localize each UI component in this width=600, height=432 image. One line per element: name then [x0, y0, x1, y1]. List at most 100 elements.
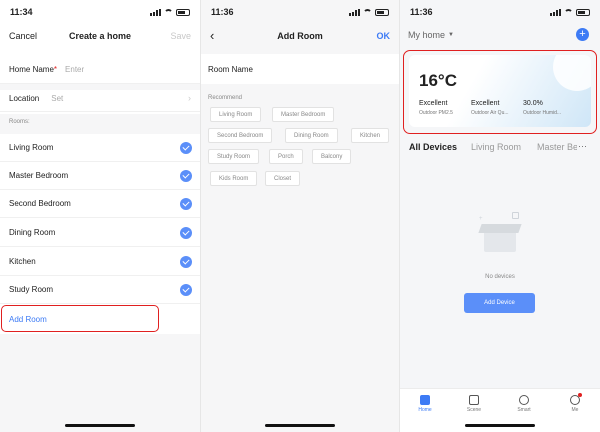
home-selector-label: My home [408, 30, 446, 40]
chip-label: Living Room [219, 111, 253, 118]
ok-button[interactable]: OK [377, 31, 391, 41]
room-name: Kitchen [9, 257, 36, 266]
chip-balcony[interactable]: Balcony [312, 149, 352, 164]
home-name-row[interactable]: Home Name * Enter [0, 56, 200, 84]
scene-icon [469, 395, 479, 405]
nav-scene[interactable]: Scene [454, 395, 494, 413]
back-chevron-icon[interactable]: ‹ [210, 29, 214, 42]
me-icon [570, 393, 582, 405]
add-icon[interactable]: + [576, 28, 589, 41]
chip-closet[interactable]: Closet [265, 171, 301, 186]
room-name: Living Room [9, 143, 54, 152]
home-indicator [265, 424, 335, 427]
room-item[interactable]: Kitchen [0, 248, 200, 276]
room-name-field[interactable]: Room Name [201, 54, 399, 84]
location-label: Location [9, 93, 40, 103]
checkmark-icon[interactable] [180, 197, 192, 210]
home-name-input[interactable]: Enter [65, 65, 84, 74]
wifi-icon [564, 8, 573, 16]
chip-label: Balcony [321, 153, 343, 160]
room-item[interactable]: Second Bedroom [0, 190, 200, 218]
smart-icon [519, 395, 529, 405]
chip-label: Second Bedroom [217, 132, 264, 139]
caret-down-icon: ▼ [448, 32, 454, 38]
location-value: Set [51, 93, 64, 103]
nav-label: Home [418, 407, 432, 413]
home-icon [420, 395, 430, 405]
status-bar: 11:36 [201, 0, 399, 24]
add-device-button[interactable]: Add Device [464, 293, 535, 313]
status-bar: 11:36 [400, 0, 600, 24]
chip-porch[interactable]: Porch [269, 149, 303, 164]
more-icon[interactable]: ··· [578, 141, 587, 151]
room-item[interactable]: Living Room [0, 134, 200, 162]
wifi-icon [164, 8, 173, 16]
location-row[interactable]: Location Set › [0, 85, 200, 112]
chip-label: Kids Room [219, 175, 249, 182]
chip-second-bedroom[interactable]: Second Bedroom [208, 128, 273, 143]
nav-label: Smart [517, 407, 531, 413]
nav-bar: Cancel Create a home Save [0, 26, 200, 46]
nav-me[interactable]: Me [555, 393, 595, 413]
empty-box-icon: + [476, 208, 524, 258]
status-time: 11:34 [10, 7, 33, 17]
signal-icon [550, 8, 561, 16]
checkmark-icon[interactable] [180, 226, 192, 239]
room-name: Study Room [9, 285, 54, 294]
chip-kids-room[interactable]: Kids Room [210, 171, 258, 186]
rooms-header: Rooms: [0, 114, 200, 134]
chip-label: Porch [278, 153, 294, 160]
page-title: Add Room [277, 31, 323, 41]
recommend-label: Recommend [208, 95, 243, 101]
home-indicator [465, 424, 535, 427]
tab-all-devices[interactable]: All Devices [409, 142, 457, 152]
chip-kitchen[interactable]: Kitchen [351, 128, 390, 143]
chip-living-room[interactable]: Living Room [210, 107, 262, 122]
add-device-label: Add Device [484, 300, 515, 306]
status-icons [550, 8, 590, 16]
checkmark-icon[interactable] [180, 169, 192, 182]
highlight-box [1, 305, 159, 332]
highlight-box [403, 50, 597, 134]
chip-master-bedroom[interactable]: Master Bedroom [272, 107, 335, 122]
nav-smart[interactable]: Smart [504, 395, 544, 413]
checkmark-icon[interactable] [180, 255, 192, 268]
signal-icon [150, 8, 161, 16]
chip-dining-room[interactable]: Dining Room [285, 128, 338, 143]
room-item[interactable]: Dining Room [0, 219, 200, 247]
chip-label: Study Room [217, 153, 251, 160]
wifi-icon [363, 8, 372, 16]
room-item[interactable]: Master Bedroom [0, 162, 200, 190]
notification-dot [578, 393, 582, 397]
tab-living-room[interactable]: Living Room [471, 142, 521, 152]
tab-master-bedroom[interactable]: Master Be [537, 142, 577, 152]
battery-icon [375, 8, 389, 16]
chip-label: Closet [274, 175, 292, 182]
room-name-label: Room Name [208, 64, 253, 74]
chip-label: Dining Room [294, 132, 329, 139]
status-time: 11:36 [211, 7, 234, 17]
home-screen: 11:36 My home ▼ + 16°C Excellent Outdoor… [400, 0, 600, 432]
add-room-screen: 11:36 ‹ Add Room OK Room Name Recommend … [201, 0, 399, 432]
no-devices-text: No devices [485, 274, 515, 280]
signal-icon [349, 8, 360, 16]
nav-label: Me [571, 407, 579, 413]
status-time: 11:36 [410, 7, 433, 17]
room-name: Master Bedroom [9, 171, 69, 180]
room-item[interactable]: Study Room [0, 276, 200, 304]
status-icons [349, 8, 389, 16]
chip-study-room[interactable]: Study Room [208, 149, 260, 164]
cancel-button[interactable]: Cancel [9, 31, 37, 41]
nav-label: Scene [466, 407, 482, 413]
nav-home[interactable]: Home [405, 395, 445, 413]
home-selector[interactable]: My home ▼ [408, 30, 454, 40]
room-name: Dining Room [9, 228, 56, 237]
checkmark-icon[interactable] [180, 141, 192, 154]
battery-icon [176, 8, 190, 16]
required-mark: * [53, 65, 58, 74]
status-icons [150, 8, 190, 16]
save-button[interactable]: Save [170, 31, 191, 41]
checkmark-icon[interactable] [180, 283, 192, 296]
battery-icon [576, 8, 590, 16]
home-indicator [65, 424, 135, 427]
